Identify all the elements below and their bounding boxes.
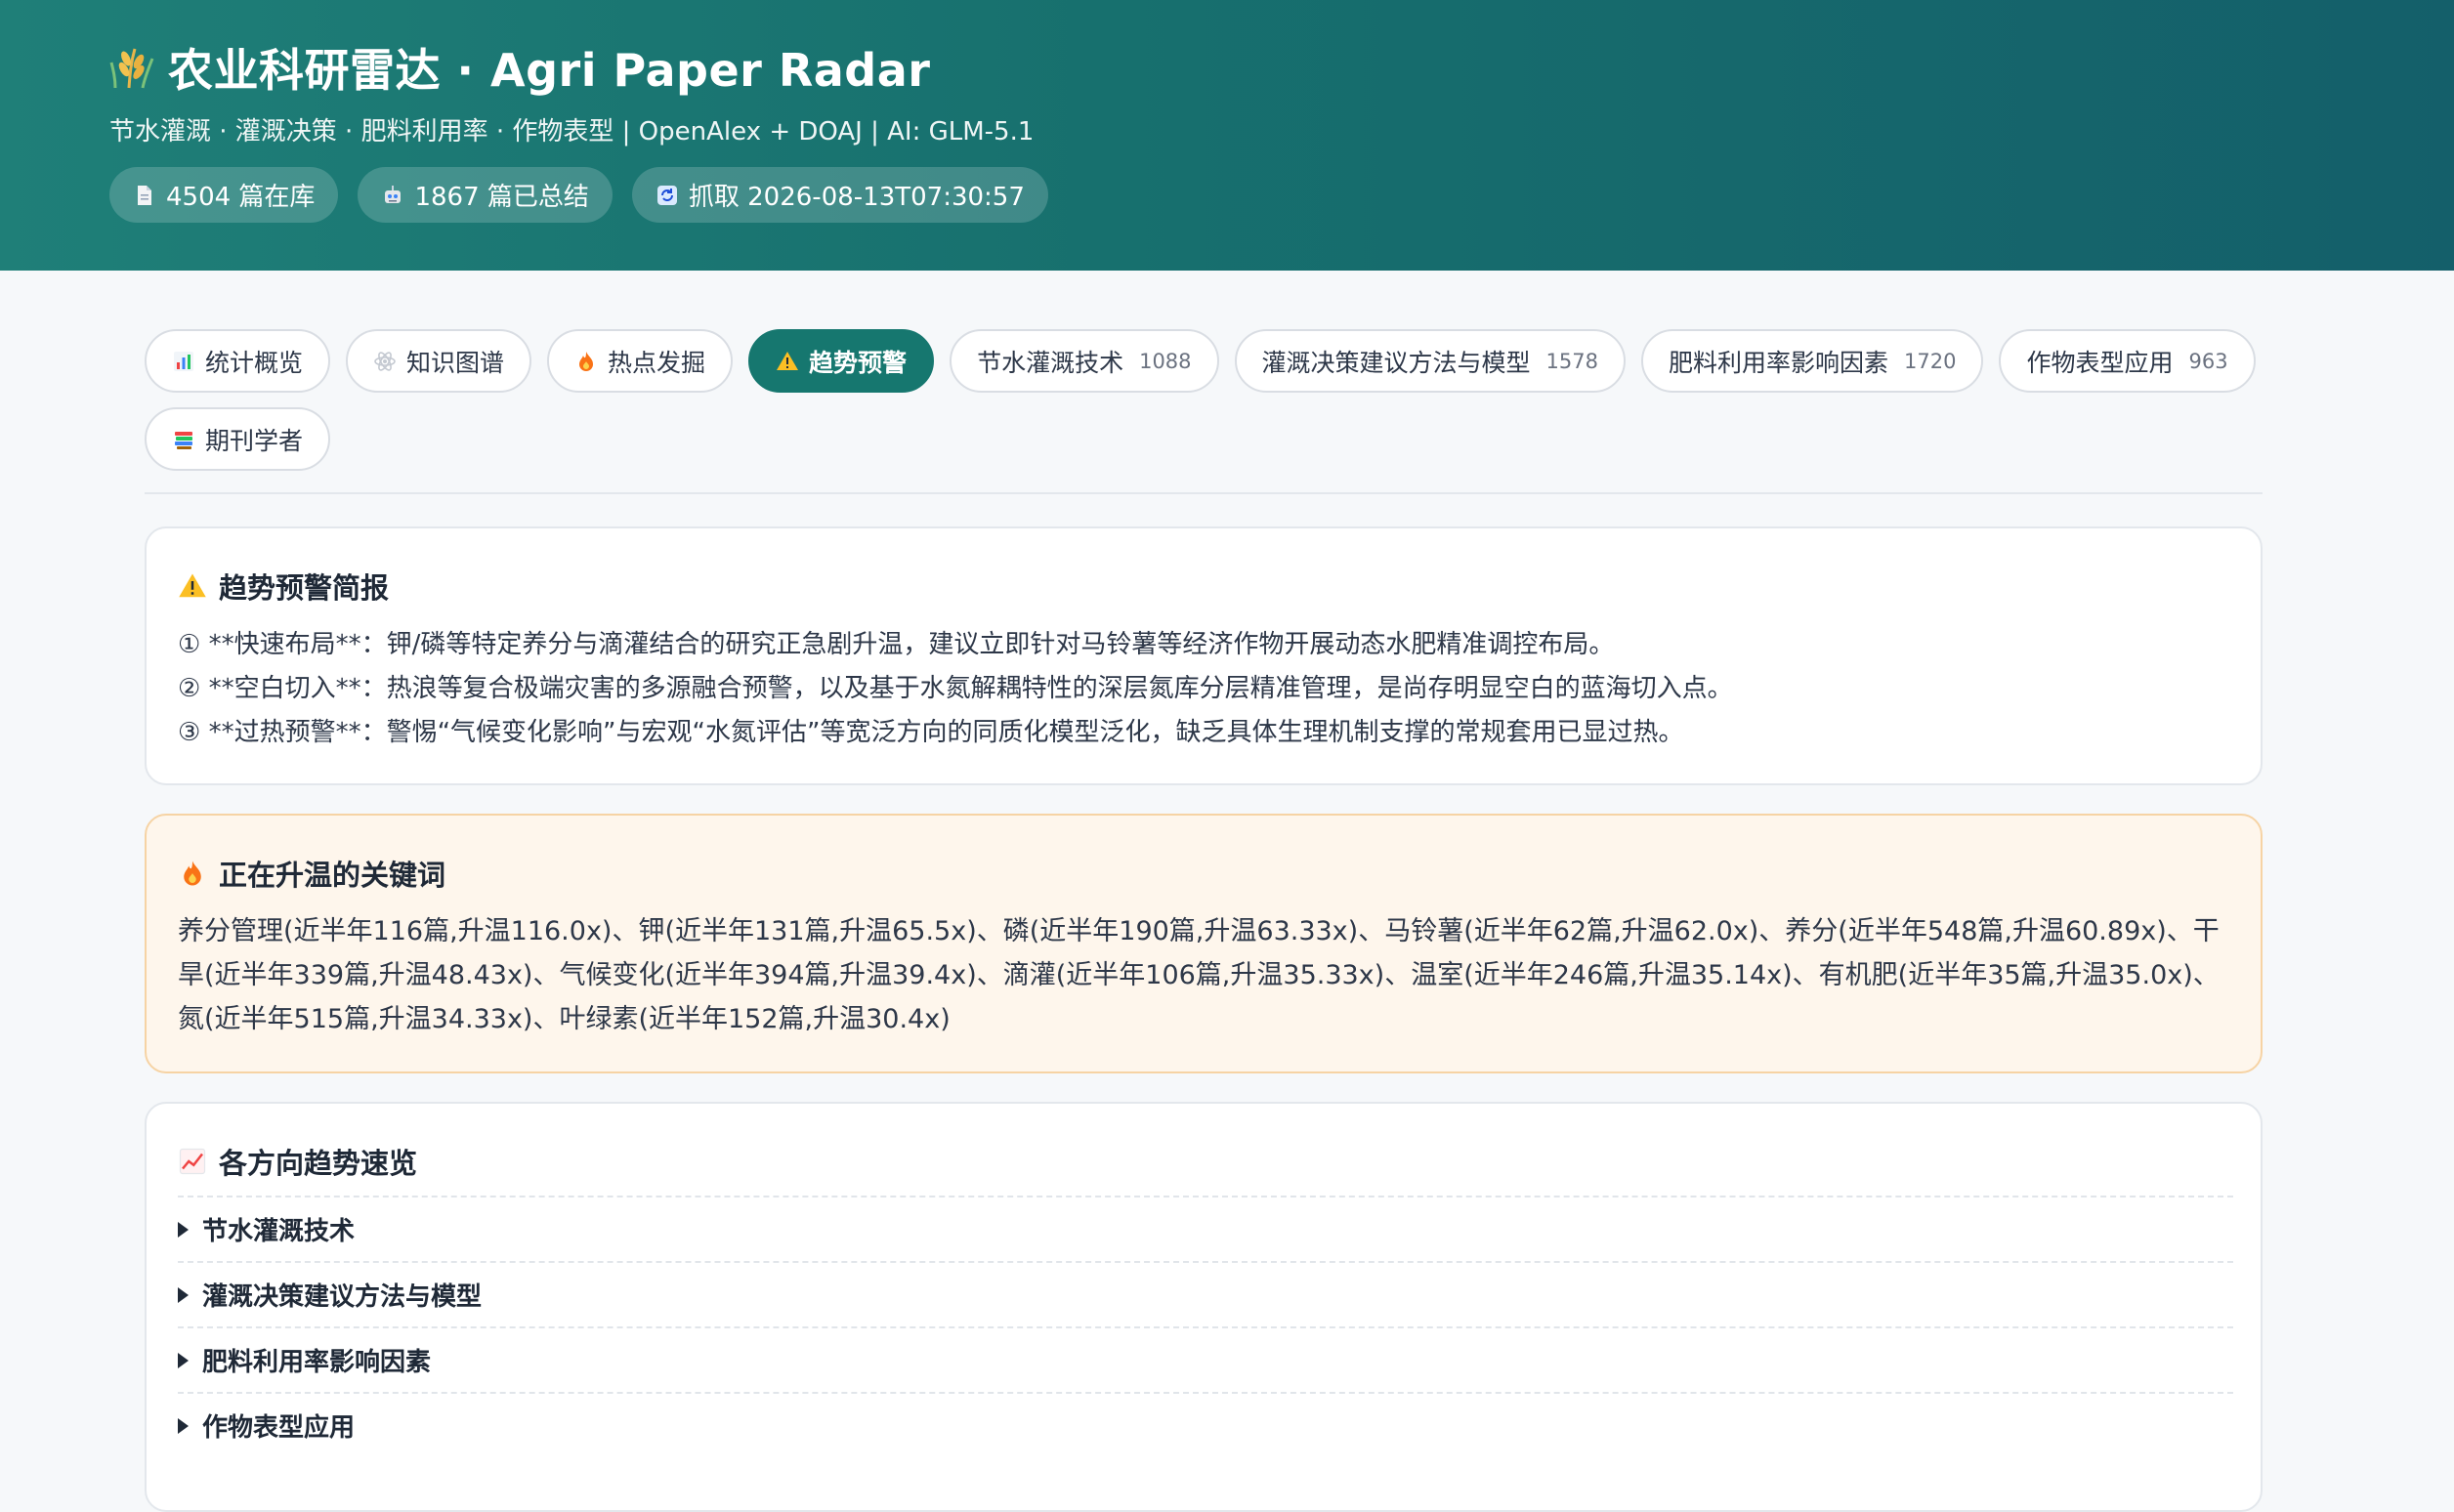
- tab-irrigation-decision-models[interactable]: 灌溉决策建议方法与模型 1578: [1234, 329, 1626, 393]
- trend-item-label: 灌溉决策建议方法与模型: [202, 1282, 483, 1312]
- direction-trends-card: 各方向趋势速览 节水灌溉技术 灌溉决策建议方法与模型 肥料利用率影响因素 作物表…: [145, 1102, 2263, 1512]
- expand-triangle-icon: [178, 1286, 189, 1303]
- app-title: 农业科研雷达 · Agri Paper Radar: [109, 35, 930, 100]
- trend-warning-brief-card: 趋势预警简报 ① **快速布局**：钾/磷等特定养分与滴灌结合的研究正急剧升温，…: [145, 526, 2263, 785]
- tab-journals-scholars[interactable]: 期刊学者: [145, 407, 331, 471]
- trending-up-icon: [179, 1148, 206, 1175]
- atom-icon: [374, 351, 396, 371]
- tab-trend-warning[interactable]: 趋势预警: [748, 329, 935, 393]
- robot-icon: [385, 185, 402, 203]
- trend-item-label: 作物表型应用: [202, 1413, 356, 1443]
- tab-count: 1578: [1545, 349, 1598, 373]
- brief-line-2: ② **空白切入**：热浪等复合极端灾害的多源融合预警，以及基于水氮解耦特性的深…: [178, 674, 1733, 703]
- tab-label: 趋势预警: [809, 348, 908, 377]
- brief-line-1: ① **快速布局**：钾/磷等特定养分与滴灌结合的研究正急剧升温，建议立即针对马…: [178, 630, 1615, 659]
- fetch-time-label: 抓取 2026-08-13T07:30:57: [688, 183, 1025, 212]
- app-header: 农业科研雷达 · Agri Paper Radar 节水灌溉 · 灌溉决策 · …: [0, 0, 2454, 271]
- tab-label: 知识图谱: [406, 348, 505, 377]
- trend-list: 节水灌溉技术 灌溉决策建议方法与模型 肥料利用率影响因素 作物表型应用: [178, 1196, 2233, 1457]
- warning-icon: [179, 573, 206, 598]
- tab-label: 期刊学者: [205, 426, 304, 455]
- tab-label: 节水灌溉技术: [977, 348, 1124, 377]
- tab-label: 肥料利用率影响因素: [1669, 348, 1889, 377]
- tab-knowledge-graph[interactable]: 知识图谱: [346, 329, 532, 393]
- tab-water-saving-irrigation[interactable]: 节水灌溉技术 1088: [950, 329, 1219, 393]
- brief-line-3: ③ **过热预警**：警惕“气候变化影响”与宏观“水氮评估”等宽泛方向的同质化模…: [178, 718, 1684, 747]
- summarized-count-badge: 1867 篇已总结: [358, 167, 613, 223]
- papers-count-badge: 4504 篇在库: [109, 167, 339, 223]
- tab-hotspot-discovery[interactable]: 热点发掘: [547, 329, 734, 393]
- refresh-icon: [656, 185, 677, 205]
- fire-icon: [184, 861, 201, 886]
- tab-label: 热点发掘: [608, 348, 706, 377]
- wheat-icon: [109, 48, 154, 89]
- books-icon: [175, 431, 192, 449]
- tab-crop-phenotyping[interactable]: 作物表型应用 963: [1999, 329, 2256, 393]
- brief-title: 趋势预警简报: [178, 566, 389, 607]
- tab-label: 统计概览: [205, 348, 304, 377]
- tab-bar: 统计概览 知识图谱 热点发掘 趋势预警 节水灌溉技术 1088 灌溉决策建议方法…: [145, 329, 2263, 471]
- document-icon: [138, 185, 151, 205]
- trend-item-fertilizer-efficiency-factors[interactable]: 肥料利用率影响因素: [178, 1326, 2233, 1392]
- brief-title-text: 趋势预警简报: [219, 571, 390, 605]
- trend-item-label: 肥料利用率影响因素: [202, 1348, 432, 1377]
- trends-title: 各方向趋势速览: [178, 1141, 417, 1182]
- trend-item-irrigation-decision-models[interactable]: 灌溉决策建议方法与模型: [178, 1261, 2233, 1326]
- summarized-count-label: 1867 篇已总结: [414, 183, 589, 212]
- bar-chart-icon: [174, 351, 193, 371]
- papers-count-label: 4504 篇在库: [166, 183, 316, 212]
- fire-icon: [579, 351, 594, 371]
- hot-title-text: 正在升温的关键词: [219, 859, 446, 892]
- tabs-divider: [145, 492, 2263, 494]
- hot-title: 正在升温的关键词: [178, 853, 445, 894]
- expand-triangle-icon: [178, 1417, 189, 1434]
- trend-item-crop-phenotyping[interactable]: 作物表型应用: [178, 1392, 2233, 1457]
- brief-lines: ① **快速布局**：钾/磷等特定养分与滴灌结合的研究正急剧升温，建议立即针对马…: [178, 623, 1733, 755]
- fetch-time-badge: 抓取 2026-08-13T07:30:57: [631, 167, 1048, 223]
- tab-count: 1088: [1139, 349, 1192, 373]
- tab-count: 963: [2188, 349, 2228, 373]
- warning-icon: [777, 351, 799, 370]
- trend-item-label: 节水灌溉技术: [202, 1217, 356, 1246]
- tab-count: 1720: [1904, 349, 1957, 373]
- expand-triangle-icon: [178, 1221, 189, 1238]
- tab-label: 作物表型应用: [2026, 348, 2174, 377]
- app-title-text: 农业科研雷达 · Agri Paper Radar: [168, 44, 931, 97]
- app-subtitle: 节水灌溉 · 灌溉决策 · 肥料利用率 · 作物表型 | OpenAlex + …: [109, 117, 1035, 147]
- rising-keywords-card: 正在升温的关键词 养分管理(近半年116篇,升温116.0x)、钾(近半年131…: [145, 814, 2263, 1073]
- stats-pills: 4504 篇在库 1867 篇已总结 抓取 2026-08-13T07:30:5…: [109, 167, 1048, 223]
- rising-keywords-text: 养分管理(近半年116篇,升温116.0x)、钾(近半年131篇,升温65.5x…: [178, 916, 2220, 1034]
- trend-item-water-saving-irrigation[interactable]: 节水灌溉技术: [178, 1196, 2233, 1261]
- tab-fertilizer-efficiency-factors[interactable]: 肥料利用率影响因素 1720: [1641, 329, 1984, 393]
- expand-triangle-icon: [178, 1352, 189, 1368]
- trends-title-text: 各方向趋势速览: [219, 1147, 418, 1180]
- tab-stats-overview[interactable]: 统计概览: [145, 329, 331, 393]
- tab-label: 灌溉决策建议方法与模型: [1261, 348, 1531, 377]
